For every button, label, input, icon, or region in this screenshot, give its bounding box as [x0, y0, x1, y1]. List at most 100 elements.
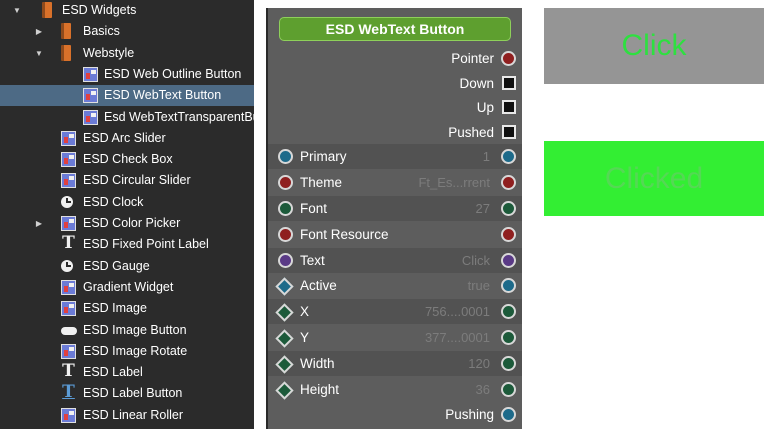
port-diamond-icon[interactable] — [275, 355, 294, 374]
output-row: Pushed — [268, 120, 522, 145]
tree-item[interactable]: ESD Linear Roller — [0, 405, 254, 426]
port-red-icon[interactable] — [501, 51, 516, 66]
tree-item[interactable]: ESD Check Box — [0, 149, 254, 170]
tree-item[interactable]: ESD Circular Slider — [0, 170, 254, 191]
port-green-icon[interactable] — [501, 355, 516, 371]
port-cyan-icon[interactable] — [501, 278, 516, 294]
port-green-icon[interactable] — [501, 381, 516, 397]
click-button-preview[interactable]: Click — [544, 8, 764, 84]
port-diamond-icon[interactable] — [275, 380, 294, 400]
tree-item[interactable]: ESD Clock — [0, 192, 254, 213]
property-row[interactable]: Font Resource — [268, 222, 522, 247]
property-label: Text — [300, 252, 325, 268]
tree-item-label: ESD Linear Roller — [83, 407, 184, 422]
property-row[interactable]: Y 377....0001 — [268, 325, 522, 350]
widget-icon — [61, 130, 76, 146]
tree-item[interactable]: ▶ ESD Color Picker — [0, 213, 254, 234]
property-row[interactable]: Primary 1 — [268, 144, 522, 170]
port-cyan-icon[interactable] — [278, 149, 293, 165]
property-value[interactable]: 27 — [476, 196, 490, 221]
widget-icon — [83, 109, 98, 125]
text-icon: T — [62, 233, 75, 254]
book-icon — [61, 44, 71, 61]
property-label: Primary — [300, 149, 347, 165]
property-row[interactable]: X 756....0001 — [268, 299, 522, 325]
port-cyan-icon[interactable] — [501, 149, 516, 165]
tree-item[interactable]: T ESD Label Button — [0, 383, 254, 404]
property-row[interactable]: Active true — [268, 273, 522, 298]
property-value[interactable]: 756....0001 — [425, 299, 490, 324]
widget-icon — [61, 173, 76, 189]
port-green-icon[interactable] — [278, 201, 293, 216]
tree-item-label: Webstyle — [83, 45, 135, 60]
port-cyan-icon[interactable] — [501, 407, 516, 423]
port-square-icon[interactable] — [502, 100, 516, 115]
port-square-icon[interactable] — [502, 124, 516, 139]
output-row: Down — [268, 71, 522, 96]
widget-icon — [61, 152, 76, 168]
tree-item[interactable]: ESD Image — [0, 298, 254, 319]
property-row[interactable]: Font 27 — [268, 196, 522, 221]
tree-item[interactable]: ▶ Basics — [0, 21, 254, 42]
port-diamond-icon[interactable] — [275, 303, 294, 322]
tree-item[interactable]: ESD Image Rotate — [0, 341, 254, 362]
tree-item[interactable]: ▼ Webstyle — [0, 43, 254, 64]
port-green-icon[interactable] — [501, 330, 516, 345]
tree-item-label: ESD Image Rotate — [83, 343, 188, 358]
tree-item[interactable]: ESD Image Button — [0, 320, 254, 341]
tree-item-label: Esd WebTextTransparentBu — [104, 109, 254, 124]
tree-item[interactable]: ESD WebText Button — [0, 85, 254, 107]
tree-item[interactable]: Gradient Widget — [0, 277, 254, 298]
tree-item-label: ESD Fixed Point Label — [83, 237, 209, 252]
widget-icon — [83, 88, 98, 104]
property-row[interactable]: Text Click — [268, 247, 522, 273]
property-value[interactable]: 377....0001 — [425, 325, 490, 350]
tree-item-label: Basics — [83, 24, 120, 39]
output-label: Down — [459, 75, 494, 91]
tree-item-label: ESD Label — [83, 365, 143, 380]
collapse-arrow-icon[interactable]: ▶ — [34, 21, 44, 42]
property-label: Width — [300, 355, 335, 371]
tree-item[interactable]: ▼ ESD Widgets — [0, 0, 254, 21]
property-value[interactable]: 120 — [468, 351, 490, 376]
node-title[interactable]: ESD WebText Button — [279, 17, 511, 41]
property-value[interactable]: 1 — [483, 144, 490, 169]
widget-icon — [61, 279, 76, 295]
port-red-icon[interactable] — [501, 226, 516, 242]
output-label: Up — [476, 100, 494, 116]
port-green-icon[interactable] — [501, 304, 516, 320]
property-value[interactable]: 36 — [476, 377, 490, 402]
port-red-icon[interactable] — [278, 175, 293, 191]
tree-item[interactable]: ESD Gauge — [0, 256, 254, 277]
tree-item[interactable]: T ESD Fixed Point Label — [0, 234, 254, 255]
property-row[interactable]: Height 36 — [268, 377, 522, 402]
property-row[interactable]: Theme Ft_Es...rrent — [268, 170, 522, 195]
widget-icon — [83, 66, 98, 82]
clicked-button-preview[interactable]: Clicked — [544, 141, 764, 216]
port-diamond-icon[interactable] — [275, 277, 294, 297]
port-red-icon[interactable] — [501, 175, 516, 191]
tree-item[interactable]: Esd WebTextTransparentBu — [0, 107, 254, 128]
property-value[interactable]: Ft_Es...rrent — [418, 170, 490, 195]
port-square-icon[interactable] — [502, 75, 516, 90]
property-label: Theme — [300, 175, 343, 191]
port-green-icon[interactable] — [501, 201, 516, 216]
tree-item[interactable]: ESD Arc Slider — [0, 128, 254, 149]
tree-item[interactable]: ESD Web Outline Button — [0, 64, 254, 85]
property-label: Active — [300, 278, 337, 294]
tree-item-label: ESD Color Picker — [83, 216, 181, 230]
port-red-icon[interactable] — [278, 226, 293, 242]
widget-icon — [61, 343, 76, 359]
expand-arrow-icon[interactable]: ▼ — [12, 0, 22, 21]
expand-arrow-icon[interactable]: ▼ — [34, 43, 44, 64]
property-label: Font Resource — [300, 226, 389, 242]
port-diamond-icon[interactable] — [275, 329, 294, 348]
property-row[interactable]: Width 120 — [268, 350, 522, 376]
port-purple-icon[interactable] — [278, 252, 293, 268]
collapse-arrow-icon[interactable]: ▶ — [34, 213, 44, 234]
tree-item-label: ESD Circular Slider — [83, 173, 191, 188]
property-value[interactable]: Click — [462, 248, 490, 273]
property-value[interactable]: true — [468, 273, 490, 298]
port-purple-icon[interactable] — [501, 252, 516, 268]
tree-item[interactable]: T ESD Label — [0, 362, 254, 383]
